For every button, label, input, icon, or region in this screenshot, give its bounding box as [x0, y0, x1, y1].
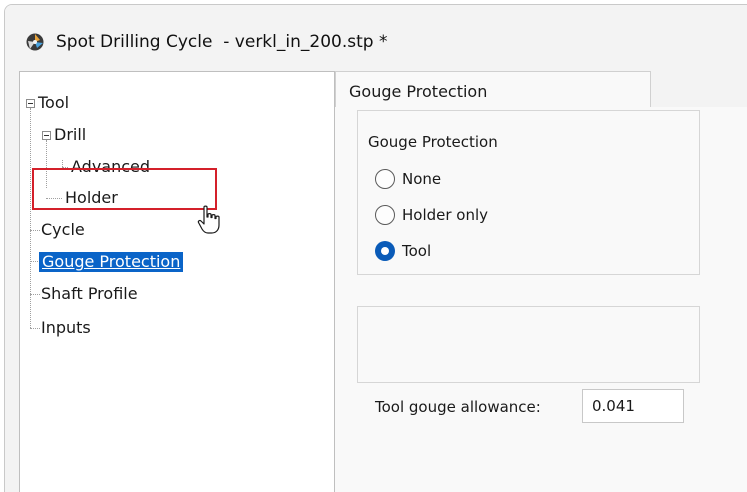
tree-connector: [30, 294, 40, 295]
tree-item-shaft-profile[interactable]: Shaft Profile: [41, 284, 138, 304]
drill-app-icon: [26, 33, 44, 51]
tool-gouge-allowance-input[interactable]: [582, 389, 684, 423]
tool-gouge-allowance-label: Tool gouge allowance:: [375, 398, 541, 416]
window-title: Spot Drilling Cycle - verkl_in_200.stp *: [56, 32, 388, 52]
radio-tool-circle[interactable]: [375, 241, 395, 261]
navigation-tree[interactable]: Tool Drill Advanced Holder Cycle Gouge P…: [19, 71, 335, 492]
tab-strip: Gouge Protection: [335, 71, 747, 108]
radio-holder-only-circle[interactable]: [375, 205, 395, 225]
radio-none-circle[interactable]: [375, 169, 395, 189]
tab-gouge-protection[interactable]: Gouge Protection: [335, 71, 651, 108]
tree-connector: [30, 108, 31, 328]
tree-item-gouge-protection[interactable]: Gouge Protection: [39, 252, 184, 272]
group-caption: Gouge Protection: [365, 133, 501, 151]
highlight-annotation: [32, 168, 217, 210]
tree-connector: [30, 328, 40, 329]
tree-item-inputs[interactable]: Inputs: [41, 318, 91, 338]
tree-item-drill[interactable]: Drill: [54, 125, 86, 145]
allowance-group: [357, 306, 700, 383]
collapse-drill-icon[interactable]: [42, 131, 51, 140]
tree-item-tool[interactable]: Tool: [38, 93, 69, 113]
radio-none-label[interactable]: None: [402, 169, 441, 189]
radio-tool-label[interactable]: Tool: [402, 241, 431, 261]
dialog-window: Spot Drilling Cycle - verkl_in_200.stp *…: [4, 4, 747, 492]
title-bar: Spot Drilling Cycle - verkl_in_200.stp *: [5, 5, 747, 67]
tab-label: Gouge Protection: [349, 82, 488, 101]
tree-item-cycle[interactable]: Cycle: [41, 220, 85, 240]
tree-connector: [30, 230, 40, 231]
hand-pointer-icon: [197, 205, 220, 234]
settings-pane: Gouge Protection Gouge Protection None H…: [335, 71, 747, 492]
collapse-tool-icon[interactable]: [26, 99, 35, 108]
radio-holder-only-label[interactable]: Holder only: [402, 205, 488, 225]
tree-connector: [62, 160, 63, 167]
